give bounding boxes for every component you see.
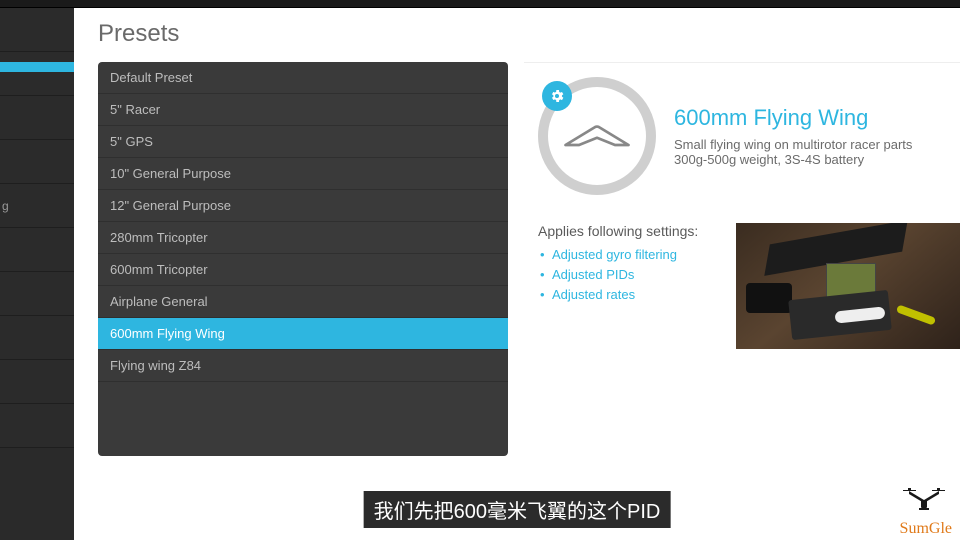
settings-item: Adjusted gyro filtering bbox=[538, 245, 722, 265]
video-subtitle: 我们先把600毫米飞翼的这个PID bbox=[364, 491, 671, 528]
main-container: g Presets Default Preset 5" Racer 5" GPS… bbox=[0, 8, 960, 540]
settings-list: Adjusted gyro filtering Adjusted PIDs Ad… bbox=[538, 245, 722, 305]
preset-item-5in-gps[interactable]: 5" GPS bbox=[98, 126, 508, 158]
detail-desc-1: Small flying wing on multirotor racer pa… bbox=[674, 137, 912, 152]
detail-icon-wrap bbox=[538, 77, 656, 195]
settings-heading: Applies following settings: bbox=[538, 223, 722, 239]
detail-header: 600mm Flying Wing Small flying wing on m… bbox=[524, 62, 960, 209]
sidebar-item[interactable] bbox=[0, 228, 74, 272]
page-title: Presets bbox=[98, 20, 960, 48]
gear-icon bbox=[542, 81, 572, 111]
sidebar-item[interactable] bbox=[0, 360, 74, 404]
sidebar-item[interactable] bbox=[0, 272, 74, 316]
sidebar-item[interactable] bbox=[0, 96, 74, 140]
settings-item: Adjusted PIDs bbox=[538, 265, 722, 285]
flying-wing-icon bbox=[561, 118, 633, 154]
sidebar-item[interactable] bbox=[0, 140, 74, 184]
detail-desc-2: 300g-500g weight, 3S-4S battery bbox=[674, 152, 912, 167]
sidebar-item[interactable]: g bbox=[0, 184, 74, 228]
sidebar-item[interactable] bbox=[0, 52, 74, 96]
content-row: Default Preset 5" Racer 5" GPS 10" Gener… bbox=[98, 62, 960, 456]
preset-item-airplane-general[interactable]: Airplane General bbox=[98, 286, 508, 318]
preset-item-600mm-tricopter[interactable]: 600mm Tricopter bbox=[98, 254, 508, 286]
top-bar bbox=[0, 0, 960, 8]
drone-icon bbox=[902, 488, 946, 516]
sidebar-active-indicator bbox=[0, 62, 74, 72]
main-panel: Presets Default Preset 5" Racer 5" GPS 1… bbox=[74, 8, 960, 540]
preset-item-280mm-tricopter[interactable]: 280mm Tricopter bbox=[98, 222, 508, 254]
settings-block: Applies following settings: Adjusted gyr… bbox=[524, 223, 960, 349]
preset-detail: 600mm Flying Wing Small flying wing on m… bbox=[524, 62, 960, 456]
preset-item-10in-general[interactable]: 10" General Purpose bbox=[98, 158, 508, 190]
preset-item-flying-wing-z84[interactable]: Flying wing Z84 bbox=[98, 350, 508, 382]
sidebar-item[interactable] bbox=[0, 316, 74, 360]
sidebar-item[interactable] bbox=[0, 404, 74, 448]
preset-thumbnail bbox=[736, 223, 960, 349]
sidebar-item[interactable] bbox=[0, 8, 74, 52]
preset-item-12in-general[interactable]: 12" General Purpose bbox=[98, 190, 508, 222]
detail-title: 600mm Flying Wing bbox=[674, 105, 912, 131]
detail-text: 600mm Flying Wing Small flying wing on m… bbox=[674, 105, 912, 167]
preset-item-default[interactable]: Default Preset bbox=[98, 62, 508, 94]
preset-item-600mm-flying-wing[interactable]: 600mm Flying Wing bbox=[98, 318, 508, 350]
left-sidebar: g bbox=[0, 8, 74, 540]
sidebar-item-label: g bbox=[2, 199, 9, 213]
watermark-text: SumGle bbox=[900, 520, 952, 538]
settings-left: Applies following settings: Adjusted gyr… bbox=[538, 223, 722, 349]
preset-item-5in-racer[interactable]: 5" Racer bbox=[98, 94, 508, 126]
settings-item: Adjusted rates bbox=[538, 285, 722, 305]
watermark-logo: SumGle bbox=[884, 488, 954, 538]
preset-list: Default Preset 5" Racer 5" GPS 10" Gener… bbox=[98, 62, 508, 456]
